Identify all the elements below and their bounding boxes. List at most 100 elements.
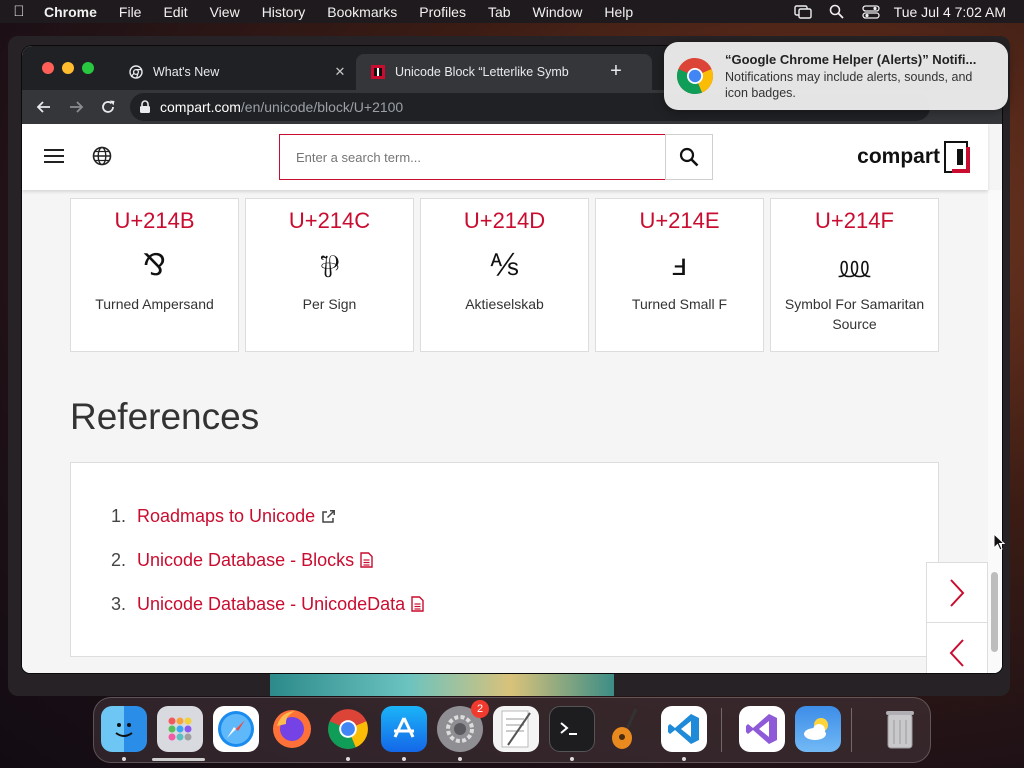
chrome-dock-icon[interactable] xyxy=(325,706,371,752)
weather-icon[interactable] xyxy=(795,706,841,752)
character-card[interactable]: U+214F ⅏ Symbol For Samaritan Source xyxy=(770,198,939,352)
firefox-icon[interactable] xyxy=(269,706,315,752)
menu-app-name[interactable]: Chrome xyxy=(38,4,108,20)
reference-item: 3. Unicode Database - UnicodeData xyxy=(111,591,424,617)
character-card[interactable]: U+214B ⅋ Turned Ampersand xyxy=(70,198,239,352)
screen-mirroring-icon[interactable] xyxy=(786,4,820,19)
reload-button[interactable] xyxy=(92,93,124,121)
notification-title: “Google Chrome Helper (Alerts)” Notifi..… xyxy=(725,52,977,67)
site-info-icon[interactable] xyxy=(130,100,160,114)
menu-file[interactable]: File xyxy=(108,4,153,20)
menu-history[interactable]: History xyxy=(251,4,317,20)
menu-edit[interactable]: Edit xyxy=(152,4,198,20)
vscode-icon[interactable] xyxy=(661,706,707,752)
url-host: compart.com xyxy=(160,99,241,115)
launchpad-icon[interactable] xyxy=(157,706,203,752)
character-code: U+214E xyxy=(639,208,720,233)
dock-running-indicator xyxy=(682,757,686,761)
character-name: Turned Ampersand xyxy=(95,296,214,312)
reference-item: 1. Roadmaps to Unicode xyxy=(111,503,336,529)
character-glyph: ⅍ xyxy=(490,247,519,283)
search-icon xyxy=(679,147,699,167)
chevron-left-icon xyxy=(949,638,964,667)
search-input[interactable] xyxy=(279,134,666,180)
finder-icon[interactable] xyxy=(101,706,147,752)
search-button[interactable] xyxy=(665,134,713,180)
dock-running-indicator xyxy=(346,757,350,761)
reference-number: 3. xyxy=(111,593,127,614)
reference-number: 2. xyxy=(111,549,127,570)
notification-banner[interactable]: “Google Chrome Helper (Alerts)” Notifi..… xyxy=(664,42,1008,110)
menu-window[interactable]: Window xyxy=(522,4,594,20)
background-window-strip xyxy=(270,672,614,696)
visual-studio-icon[interactable] xyxy=(739,706,785,752)
globe-icon[interactable] xyxy=(92,146,112,171)
menu-bar:  Chrome File Edit View History Bookmark… xyxy=(0,0,1024,23)
reference-link[interactable]: Roadmaps to Unicode xyxy=(137,506,315,527)
logo-text: compart xyxy=(857,145,940,168)
menu-profiles[interactable]: Profiles xyxy=(408,4,477,20)
character-code: U+214F xyxy=(815,208,894,233)
reference-item: 2. Unicode Database - Blocks xyxy=(111,547,373,573)
character-card[interactable]: U+214D ⅍ Aktieselskab xyxy=(420,198,589,352)
dock-running-indicator xyxy=(402,757,406,761)
character-grid: U+214B ⅋ Turned Ampersand U+214C ⅌ Per S… xyxy=(70,198,940,352)
dock-running-indicator xyxy=(122,757,126,761)
chrome-favicon-icon xyxy=(128,64,144,80)
reference-link[interactable]: Unicode Database - Blocks xyxy=(137,550,354,571)
character-glyph: ⅏ xyxy=(839,249,870,285)
textedit-icon[interactable] xyxy=(493,706,539,752)
notification-badge: 2 xyxy=(471,700,489,718)
control-center-icon[interactable] xyxy=(854,4,888,19)
character-card[interactable]: U+214E ⅎ Turned Small F xyxy=(595,198,764,352)
zoom-window-button[interactable] xyxy=(82,62,94,74)
external-link-icon xyxy=(321,509,336,524)
app-store-icon[interactable] xyxy=(381,706,427,752)
tab-title: What's New xyxy=(153,65,220,79)
dock-running-indicator xyxy=(570,757,574,761)
reference-link[interactable]: Unicode Database - UnicodeData xyxy=(137,594,405,615)
safari-icon[interactable] xyxy=(213,706,259,752)
compart-logo[interactable]: compart xyxy=(857,141,970,173)
character-code: U+214D xyxy=(463,208,546,233)
next-page-button[interactable] xyxy=(926,562,988,623)
close-window-button[interactable] xyxy=(42,62,54,74)
trash-icon[interactable] xyxy=(877,706,923,752)
character-card[interactable]: U+214C ⅌ Per Sign xyxy=(245,198,414,352)
menu-bookmarks[interactable]: Bookmarks xyxy=(316,4,408,20)
reference-number: 1. xyxy=(111,505,127,526)
dock-separator xyxy=(851,708,852,752)
character-glyph: ⅋ xyxy=(142,247,167,283)
garageband-icon[interactable] xyxy=(605,706,651,752)
web-page: compart U+214B ⅋ Turned Ampersand U+214C… xyxy=(22,124,1002,673)
back-button[interactable] xyxy=(28,93,60,121)
document-icon xyxy=(411,596,424,612)
references-list: 1. Roadmaps to Unicode 2. Unicode Databa… xyxy=(70,462,939,657)
menu-tab[interactable]: Tab xyxy=(477,4,522,20)
menu-clock[interactable]: Tue Jul 4 7:02 AM xyxy=(888,4,1024,20)
chrome-app-icon xyxy=(676,57,714,100)
notification-body: Notifications may include alerts, sounds… xyxy=(725,70,973,100)
character-name: Per Sign xyxy=(302,296,357,312)
system-settings-icon[interactable]: 2 xyxy=(437,700,489,752)
references-heading: References xyxy=(70,396,260,437)
forward-button[interactable] xyxy=(60,93,92,121)
compart-logo-mark-icon xyxy=(944,141,970,173)
menu-view[interactable]: View xyxy=(199,4,251,20)
spotlight-search-icon[interactable] xyxy=(820,4,854,19)
character-name: Symbol For Samaritan Source xyxy=(784,296,925,332)
document-icon xyxy=(360,552,373,568)
terminal-icon[interactable] xyxy=(549,706,595,752)
minimize-window-button[interactable] xyxy=(62,62,74,74)
tab-whats-new[interactable]: What's New ✕ xyxy=(114,54,352,90)
new-tab-button[interactable]: + xyxy=(606,58,626,86)
dock-separator xyxy=(721,708,722,752)
page-scrollbar-thumb[interactable] xyxy=(991,572,998,652)
apple-menu-icon[interactable]:  xyxy=(0,3,38,20)
hamburger-menu-icon[interactable] xyxy=(44,149,64,163)
menu-help[interactable]: Help xyxy=(593,4,644,20)
tab-close-icon[interactable]: ✕ xyxy=(328,64,352,80)
previous-page-button[interactable] xyxy=(926,622,988,673)
dock-running-indicator xyxy=(458,757,462,761)
character-code: U+214B xyxy=(114,208,195,233)
